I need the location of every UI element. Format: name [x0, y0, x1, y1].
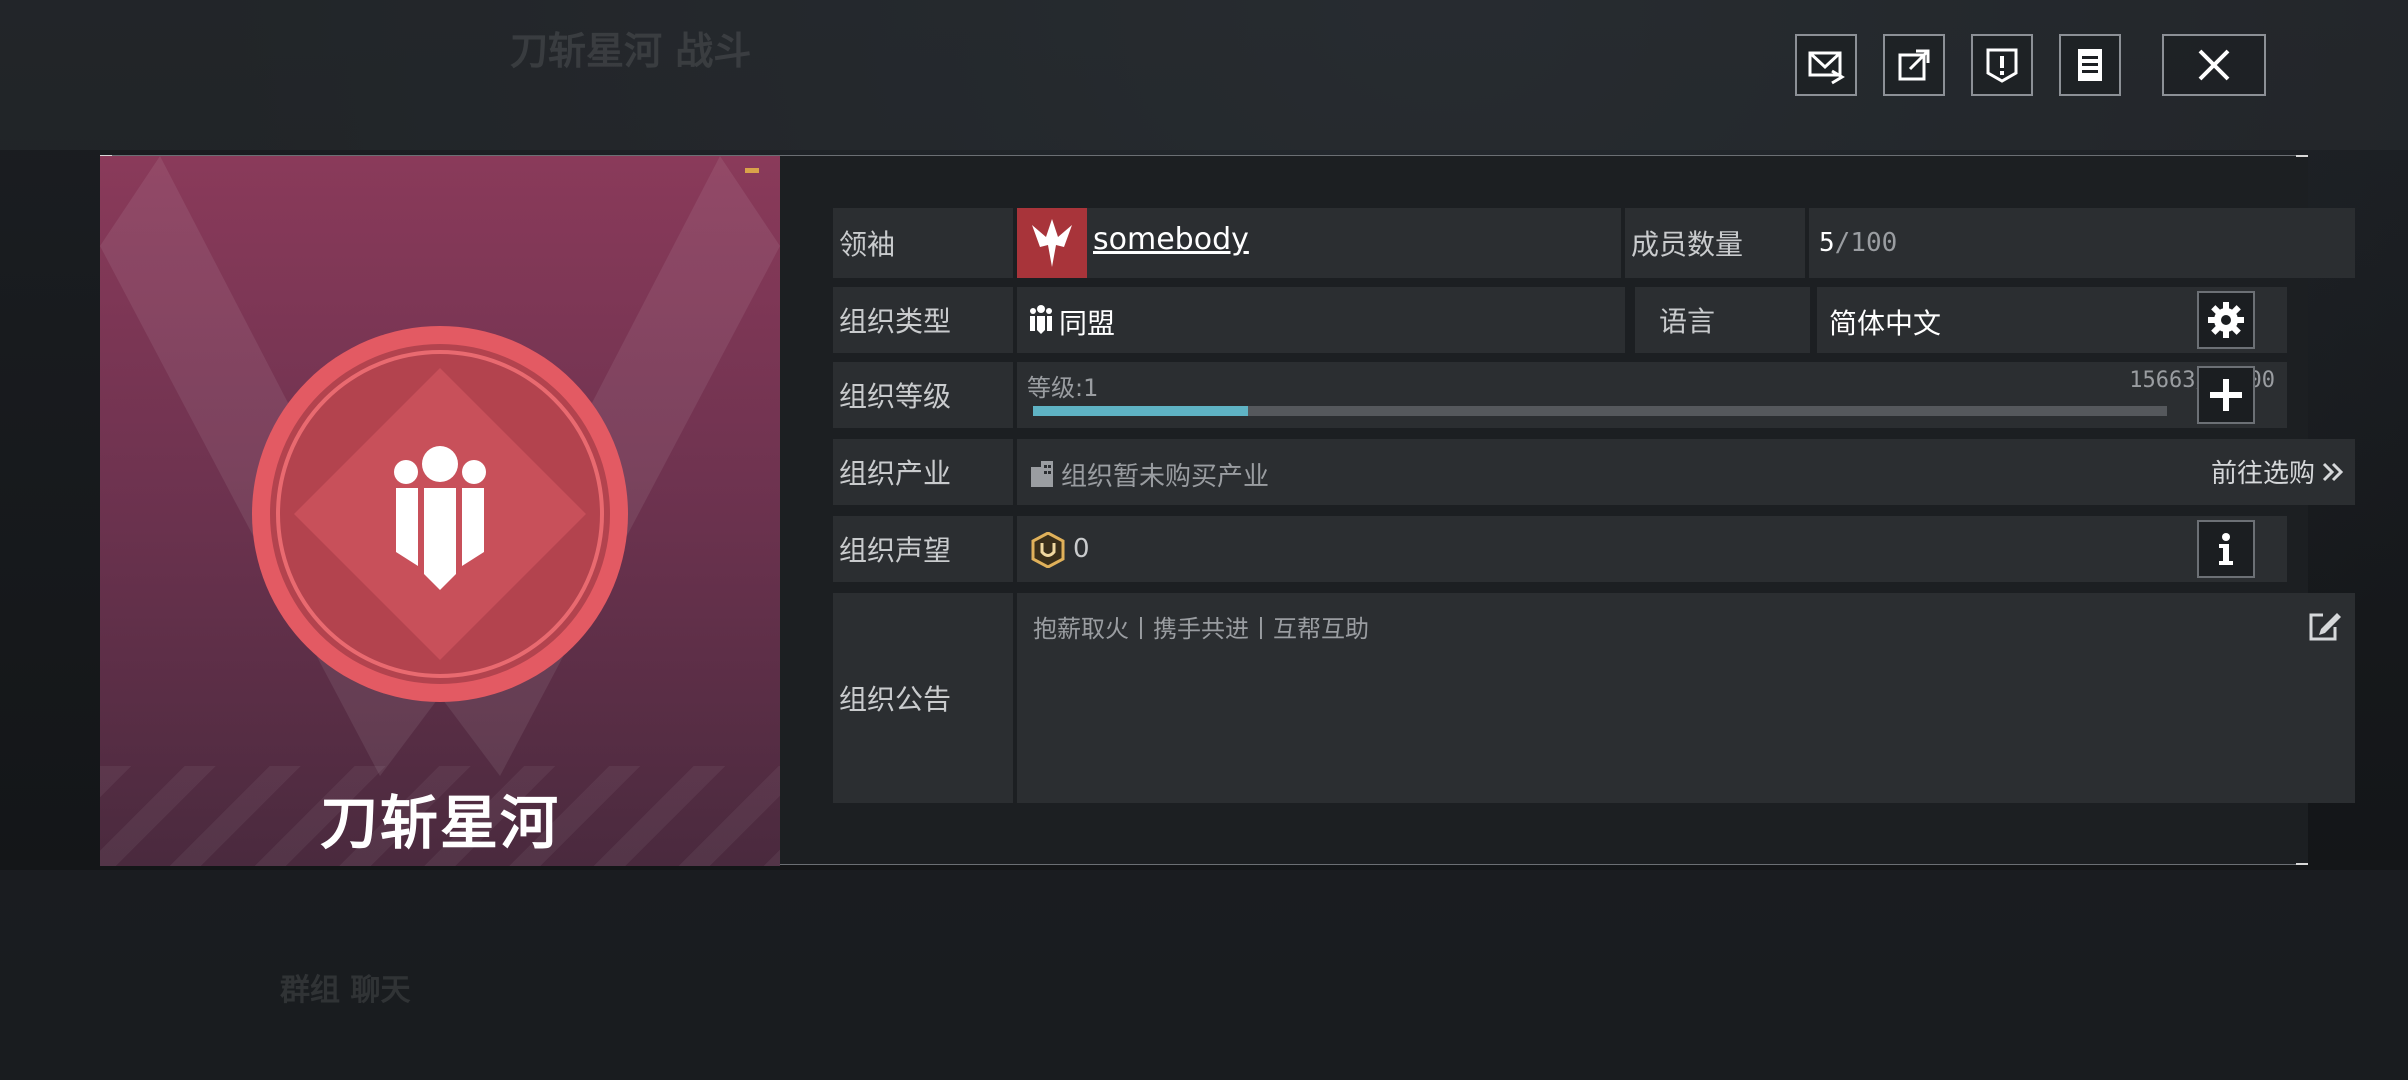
report-icon: [1986, 48, 2018, 83]
org-type-field: 同盟: [1017, 287, 1625, 353]
organization-emblem-card: 刀斩星河: [100, 156, 780, 866]
org-type-value: 同盟: [1059, 307, 1116, 340]
share-button[interactable]: [1883, 34, 1945, 96]
industry-field: 组织暂未购买产业 前往选购: [1017, 439, 2355, 505]
gear-icon: [2208, 302, 2244, 338]
share-icon: [1898, 49, 1930, 81]
close-button[interactable]: [2162, 34, 2266, 96]
background-title: 刀斩星河 战斗: [510, 29, 752, 73]
industry-value: 组织暂未购买产业: [1061, 462, 1270, 492]
alliance-icon: [1030, 305, 1052, 334]
emblem-marker: [745, 168, 759, 173]
members-separator: /: [1834, 228, 1851, 258]
members-field: 5/100: [1809, 208, 2355, 278]
reputation-value: 0: [1073, 534, 1090, 564]
go-purchase-label: 前往选购: [2210, 459, 2315, 489]
edit-icon[interactable]: [2307, 609, 2341, 643]
members-current: 5: [1819, 228, 1835, 258]
upgrade-button[interactable]: [2197, 366, 2255, 424]
level-text: 等级:1: [1027, 374, 1099, 402]
leader-field: somebody: [1017, 208, 1621, 278]
mail-button[interactable]: [1795, 34, 1857, 96]
building-icon: [1031, 461, 1053, 487]
language-label: 语言: [1635, 287, 1810, 353]
report-button[interactable]: [1971, 34, 2033, 96]
org-type-label: 组织类型: [833, 287, 1013, 353]
language-value: 简体中文: [1829, 307, 1942, 340]
level-label: 组织等级: [833, 362, 1013, 428]
settings-button[interactable]: [2197, 291, 2255, 349]
plus-icon: [2210, 379, 2242, 411]
reputation-info-button[interactable]: [2197, 520, 2255, 578]
reputation-field: 0: [1017, 516, 2287, 582]
announcement-label: 组织公告: [833, 593, 1013, 803]
members-count: 5/100: [1819, 228, 1897, 258]
reputation-badge-icon: [1031, 532, 1065, 568]
level-field: 等级:1 15663/80000: [1017, 362, 2287, 428]
go-purchase-link[interactable]: 前往选购: [2211, 453, 2345, 490]
emblem-graphic: [100, 156, 780, 776]
leader-name-link[interactable]: somebody: [1093, 222, 1249, 257]
double-chevron-right-icon: [2322, 462, 2344, 481]
level-progress-fill: [1033, 406, 1249, 416]
announcement-field: 抱薪取火丨携手共进丨互帮互助: [1017, 593, 2355, 803]
background-header: [0, 0, 2408, 150]
level-progress-track: [1033, 406, 2167, 416]
log-button[interactable]: [2059, 34, 2121, 96]
leader-avatar[interactable]: [1017, 208, 1087, 278]
reputation-label: 组织声望: [833, 516, 1013, 582]
members-label: 成员数量: [1625, 208, 1805, 278]
announcement-text: 抱薪取火丨携手共进丨互帮互助: [1033, 615, 1369, 643]
info-icon: [2219, 533, 2233, 565]
panel-corner: [2296, 155, 2308, 157]
organization-panel: 刀斩星河 领袖 somebody 成员数量 5/100 组织类型 同盟 语言 简…: [100, 155, 2355, 866]
members-max: 100: [1850, 228, 1898, 258]
background-caption: 群组 聊天: [280, 973, 411, 1008]
industry-label: 组织产业: [833, 439, 1013, 505]
leader-avatar-icon: [1032, 219, 1072, 267]
panel-corner: [2296, 863, 2308, 865]
close-icon: [2198, 49, 2230, 81]
log-icon: [2078, 49, 2102, 81]
leader-label: 领袖: [833, 208, 1013, 278]
mail-icon: [1808, 51, 1845, 85]
organization-name: 刀斩星河: [319, 789, 560, 857]
